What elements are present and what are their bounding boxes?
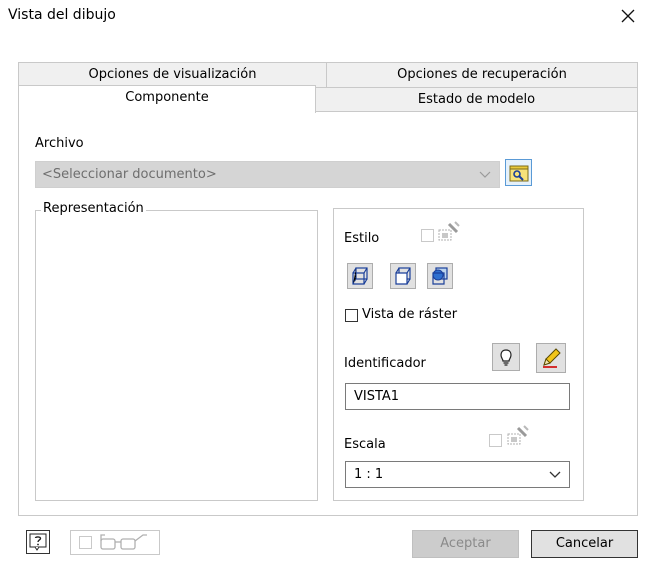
hidden-line-button[interactable]: [347, 263, 373, 289]
lightbulb-icon: [500, 349, 512, 366]
archivo-label: Archivo: [35, 136, 84, 151]
cancelar-button[interactable]: Cancelar: [531, 530, 638, 558]
escala-base-checkbox: [489, 434, 502, 447]
help-icon: [29, 533, 47, 551]
escala-label: Escala: [344, 437, 386, 452]
shaded-icon: [432, 267, 448, 285]
close-icon: [621, 9, 635, 23]
browse-button[interactable]: [505, 159, 532, 186]
hidden-line-removed-button[interactable]: [390, 263, 416, 289]
archivo-combobox: <Seleccionar documento>: [35, 161, 500, 188]
estilo-base-checkbox: [421, 229, 434, 242]
archivo-value: <Seleccionar documento>: [42, 167, 217, 182]
identificador-label: Identificador: [344, 356, 426, 371]
tab-opciones-recuperacion[interactable]: Opciones de recuperación: [326, 62, 638, 88]
representacion-label: Representación: [41, 201, 146, 216]
hidden-line-icon: [352, 267, 368, 285]
chevron-down-icon: [479, 171, 491, 178]
aceptar-button[interactable]: Aceptar: [412, 530, 519, 558]
preview-checkbox: [79, 536, 92, 549]
representacion-group: [35, 210, 318, 501]
label-visibility-button[interactable]: [492, 343, 520, 371]
help-button[interactable]: [26, 530, 50, 554]
identificador-input[interactable]: VISTA1: [345, 383, 570, 410]
escala-select[interactable]: 1 : 1: [345, 461, 570, 488]
chevron-down-icon: [549, 471, 561, 478]
estilo-label: Estilo: [344, 231, 380, 246]
glasses-icon: [100, 534, 147, 550]
edit-label-button[interactable]: [536, 343, 566, 373]
browse-folder-icon: [509, 165, 528, 181]
window-title: Vista del dibujo: [8, 7, 116, 23]
shaded-button[interactable]: [427, 263, 453, 289]
raster-checkbox[interactable]: [345, 309, 358, 322]
close-button[interactable]: [616, 2, 640, 30]
raster-label: Vista de ráster: [362, 307, 458, 322]
tab-componente[interactable]: Componente: [18, 85, 316, 113]
escala-value: 1 : 1: [354, 467, 384, 482]
scale-from-base-icon: [507, 425, 529, 445]
tab-estado-modelo[interactable]: Estado de modelo: [315, 87, 638, 112]
pencil-icon: [543, 348, 561, 368]
hidden-line-removed-icon: [395, 267, 411, 285]
style-from-base-icon: [438, 221, 460, 241]
